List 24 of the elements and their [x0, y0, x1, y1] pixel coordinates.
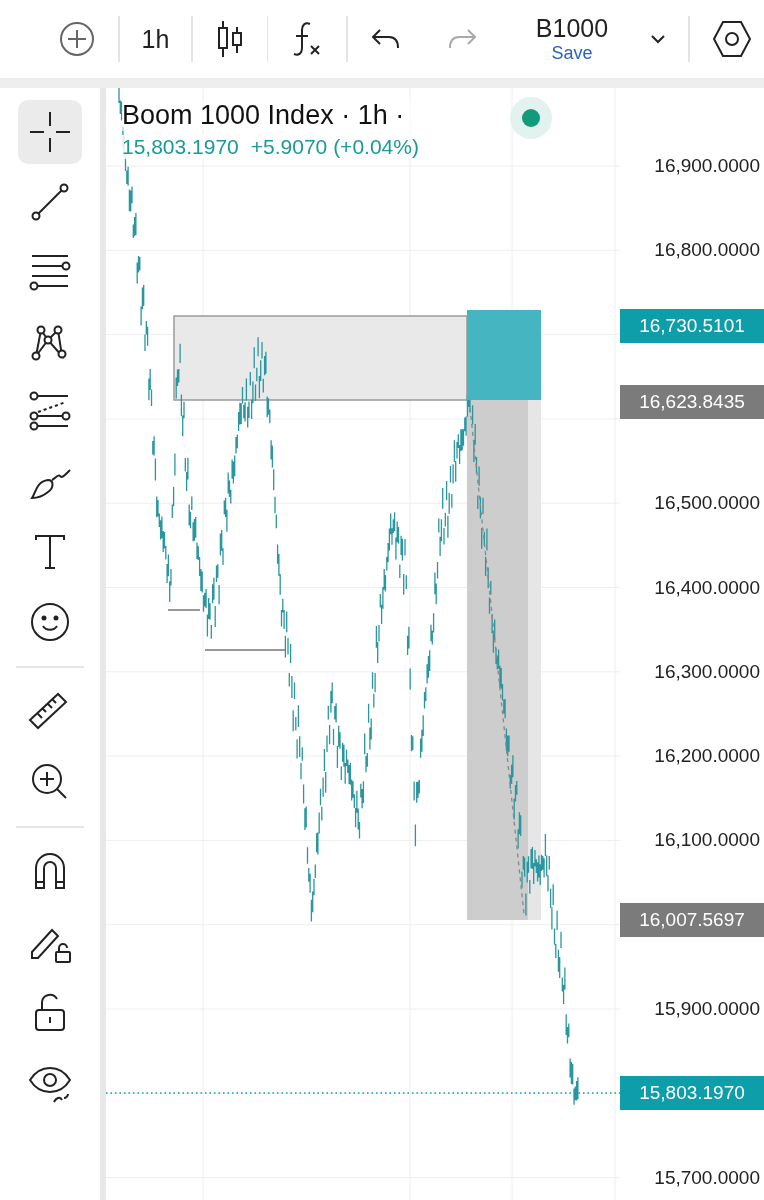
crosshair-tool[interactable] — [18, 100, 82, 164]
price-tag: 15,803.1970 — [620, 1076, 764, 1110]
position-zone[interactable] — [528, 400, 541, 920]
price-tag: 16,730.5101 — [620, 309, 764, 343]
price-axis-label: 15,900.0000 — [654, 997, 760, 1021]
price-axis-label: 16,400.0000 — [654, 575, 760, 600]
add-icon — [58, 20, 96, 58]
horizontal-ray[interactable] — [167, 609, 286, 651]
chevron-down-icon — [650, 34, 667, 44]
market-status-icon — [510, 97, 552, 139]
price-axis-label: 16,900.0000 — [654, 154, 760, 178]
price-axis-label: 16,100.0000 — [654, 828, 760, 853]
price-tag: 16,623.8435 — [620, 385, 764, 419]
price-tag: 16,007.5697 — [620, 903, 764, 937]
price-axis-label: 16,800.0000 — [654, 238, 760, 263]
layout-save-button[interactable]: B1000 Save — [535, 9, 609, 69]
interval-button[interactable]: 1h — [141, 15, 170, 63]
price-axis-label: 16,300.0000 — [654, 659, 760, 684]
price-axis-label: 15,700.0000 — [654, 1165, 760, 1190]
price-axis-label: 16,200.0000 — [654, 744, 760, 769]
price-axis-label: 16,500.0000 — [654, 491, 760, 516]
price-change: +5.9070 (+0.04%) — [250, 135, 419, 159]
settings-icon — [711, 19, 752, 59]
last-price: 15,803.1970 — [122, 135, 239, 159]
